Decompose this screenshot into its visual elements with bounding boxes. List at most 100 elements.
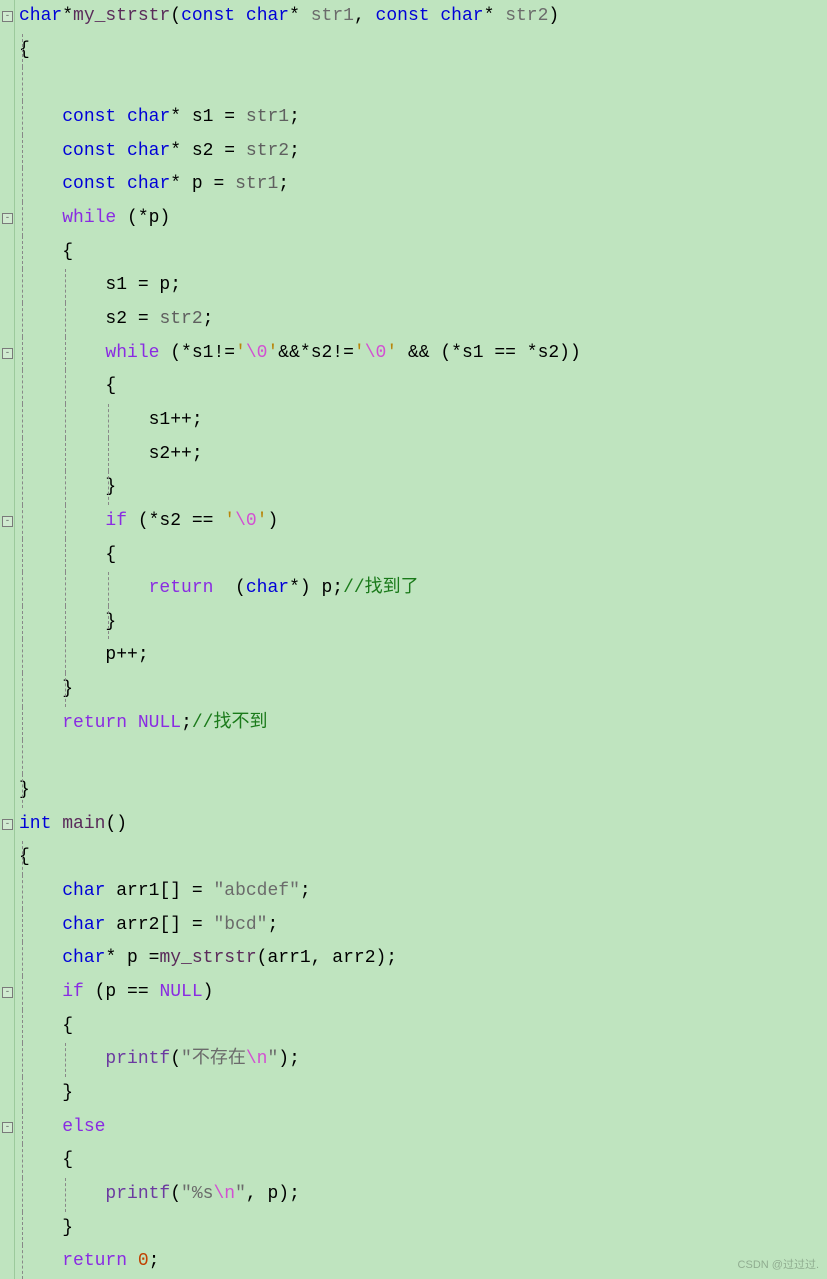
token: * p = bbox=[105, 948, 159, 968]
code-line: const char* s1 = str1; bbox=[19, 101, 581, 135]
token: if bbox=[62, 982, 84, 1002]
fold-toggle[interactable]: - bbox=[2, 348, 13, 359]
fold-toggle[interactable]: - bbox=[2, 819, 13, 830]
token: *) p; bbox=[289, 578, 343, 598]
indent-guide bbox=[65, 639, 66, 673]
indent-guide bbox=[22, 337, 23, 371]
token: { bbox=[19, 545, 116, 565]
token: else bbox=[62, 1117, 105, 1137]
token: { bbox=[19, 376, 116, 396]
indent-guide bbox=[22, 841, 23, 875]
fold-toggle[interactable]: - bbox=[2, 1122, 13, 1133]
indent-guide bbox=[22, 101, 23, 135]
indent-guide bbox=[65, 471, 66, 505]
code-line: } bbox=[19, 1077, 581, 1111]
indent-guide bbox=[22, 1077, 23, 1111]
code-line: s2++; bbox=[19, 438, 581, 472]
code-line: { bbox=[19, 841, 581, 875]
token bbox=[19, 208, 62, 228]
indent-guide bbox=[22, 135, 23, 169]
indent-guide bbox=[22, 202, 23, 236]
indent-guide bbox=[22, 168, 23, 202]
indent-guide bbox=[22, 303, 23, 337]
code-line: } bbox=[19, 606, 581, 640]
code-line: return 0; bbox=[19, 1245, 581, 1279]
token: ' bbox=[224, 511, 235, 531]
token: ( bbox=[170, 6, 181, 26]
indent-guide bbox=[22, 942, 23, 976]
code-line: } bbox=[19, 1212, 581, 1246]
token: () bbox=[105, 814, 127, 834]
token: s1++; bbox=[19, 410, 203, 430]
token: str1 bbox=[246, 107, 289, 127]
indent-guide bbox=[65, 337, 66, 371]
token: str1 bbox=[311, 6, 354, 26]
token bbox=[127, 713, 138, 733]
token: \n bbox=[246, 1049, 268, 1069]
indent-guide bbox=[65, 1178, 66, 1212]
token bbox=[19, 982, 62, 1002]
token: const bbox=[62, 107, 116, 127]
fold-toggle[interactable]: - bbox=[2, 213, 13, 224]
code-line: { bbox=[19, 1144, 581, 1178]
token: * p = bbox=[170, 174, 235, 194]
token bbox=[127, 1251, 138, 1271]
token: main bbox=[62, 814, 105, 834]
code-line: { bbox=[19, 539, 581, 573]
token bbox=[116, 141, 127, 161]
indent-guide bbox=[22, 438, 23, 472]
token: ; bbox=[278, 174, 289, 194]
indent-guide bbox=[65, 370, 66, 404]
indent-guide bbox=[22, 67, 23, 101]
token: return bbox=[62, 713, 127, 733]
token: char bbox=[62, 948, 105, 968]
token: const bbox=[62, 174, 116, 194]
code-line bbox=[19, 67, 581, 101]
token: ; bbox=[267, 915, 278, 935]
indent-guide bbox=[108, 572, 109, 606]
code-line: int main() bbox=[19, 808, 581, 842]
token: \n bbox=[213, 1184, 235, 1204]
code-line bbox=[19, 740, 581, 774]
indent-guide bbox=[65, 438, 66, 472]
token: str1 bbox=[235, 174, 278, 194]
token: char bbox=[127, 141, 170, 161]
indent-guide bbox=[22, 976, 23, 1010]
token: char bbox=[127, 174, 170, 194]
token: ( bbox=[170, 1184, 181, 1204]
token: ' bbox=[354, 343, 365, 363]
fold-toggle[interactable]: - bbox=[2, 11, 13, 22]
fold-toggle[interactable]: - bbox=[2, 987, 13, 998]
code-line: { bbox=[19, 236, 581, 270]
token: s1 = p; bbox=[19, 275, 181, 295]
code-line: { bbox=[19, 1010, 581, 1044]
token: ' bbox=[235, 343, 246, 363]
code-line: while (*p) bbox=[19, 202, 581, 236]
token: s2++; bbox=[19, 444, 203, 464]
token bbox=[430, 6, 441, 26]
code-line: else bbox=[19, 1111, 581, 1145]
indent-guide bbox=[22, 875, 23, 909]
code-line: char*my_strstr(const char* str1, const c… bbox=[19, 0, 581, 34]
token: * s1 = bbox=[170, 107, 246, 127]
indent-guide bbox=[22, 707, 23, 741]
token: } bbox=[19, 477, 116, 497]
token: ) bbox=[203, 982, 214, 1002]
token: ; bbox=[203, 309, 214, 329]
indent-guide bbox=[22, 370, 23, 404]
token: char bbox=[246, 578, 289, 598]
token: * bbox=[484, 6, 506, 26]
token: NULL bbox=[159, 982, 202, 1002]
code-editor: - - - - - - - char*my_strstr(const char* str1,… bbox=[0, 0, 827, 1279]
indent-guide bbox=[22, 1111, 23, 1145]
indent-guide bbox=[22, 639, 23, 673]
indent-guide bbox=[22, 909, 23, 943]
token: { bbox=[19, 1016, 73, 1036]
indent-guide bbox=[22, 572, 23, 606]
code-line: } bbox=[19, 471, 581, 505]
token: { bbox=[19, 847, 30, 867]
indent-guide bbox=[65, 303, 66, 337]
indent-guide bbox=[65, 673, 66, 707]
token: 0 bbox=[138, 1251, 149, 1271]
fold-toggle[interactable]: - bbox=[2, 516, 13, 527]
